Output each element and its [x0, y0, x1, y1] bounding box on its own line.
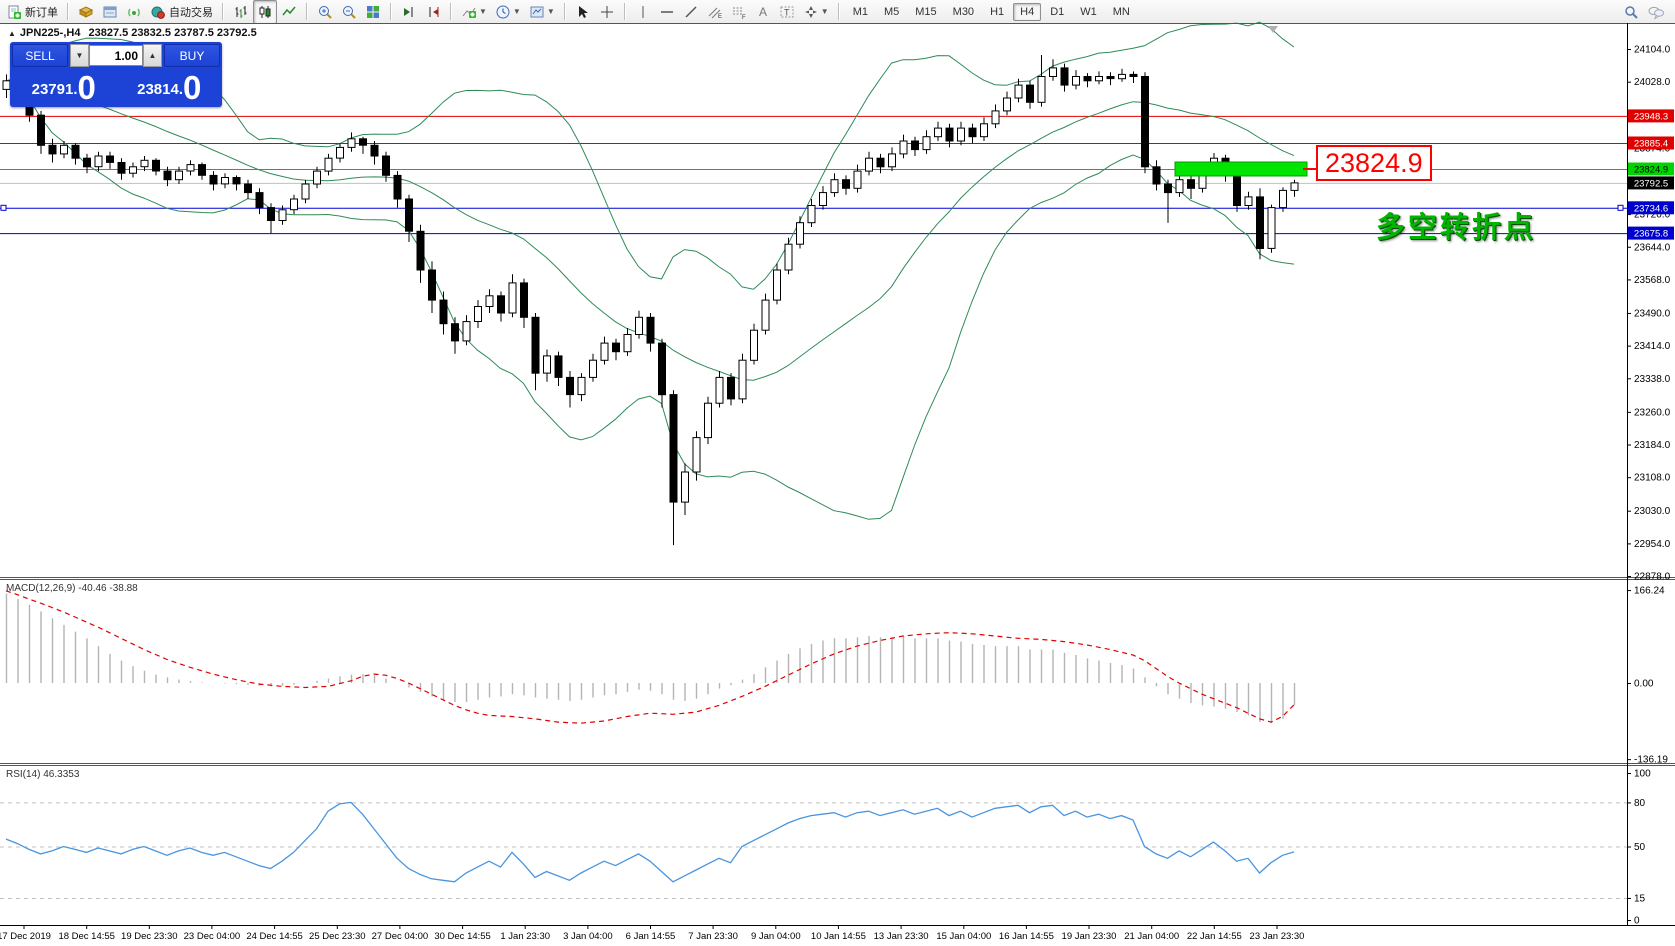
- svg-text:23675.8: 23675.8: [1634, 229, 1668, 240]
- macd-histogram: [7, 594, 1295, 724]
- svg-text:23885.4: 23885.4: [1634, 139, 1668, 150]
- svg-text:15 Jan 04:00: 15 Jan 04:00: [936, 931, 991, 942]
- svg-text:23568.0: 23568.0: [1634, 275, 1671, 286]
- price-axis-ticks: 24104.024028.023874.023720.023644.023568…: [1627, 45, 1671, 583]
- svg-text:80: 80: [1634, 798, 1646, 809]
- svg-text:23490.0: 23490.0: [1634, 309, 1671, 320]
- svg-text:50: 50: [1634, 842, 1646, 853]
- svg-text:9 Jan 04:00: 9 Jan 04:00: [751, 931, 801, 942]
- buy-button[interactable]: BUY: [164, 44, 220, 67]
- svg-text:25 Dec 23:30: 25 Dec 23:30: [309, 931, 366, 942]
- svg-text:100: 100: [1634, 769, 1651, 780]
- chart-symbol-line: ▲ JPN225-,H4 23827.5 23832.5 23787.5 23792…: [8, 27, 257, 39]
- sell-price-small: 23791.: [32, 77, 78, 103]
- svg-text:23108.0: 23108.0: [1634, 473, 1671, 484]
- symbol-name: JPN225-,H4: [20, 27, 81, 39]
- one-click-trading-panel: SELL ▼ 1.00 ▲ BUY 23791.0 23814.0: [10, 42, 222, 107]
- rsi-indicator-label: RSI(14) 46.3353: [6, 769, 79, 780]
- volume-input[interactable]: 1.00: [89, 45, 143, 66]
- svg-text:23030.0: 23030.0: [1634, 506, 1671, 517]
- svg-text:23338.0: 23338.0: [1634, 374, 1671, 385]
- svg-text:22954.0: 22954.0: [1634, 539, 1671, 550]
- sell-price[interactable]: 23791.0: [12, 69, 115, 105]
- svg-text:19 Dec 23:30: 19 Dec 23:30: [121, 931, 178, 942]
- rsi-level-lines: [0, 803, 1627, 899]
- svg-text:13 Jan 23:30: 13 Jan 23:30: [874, 931, 929, 942]
- ohlc-values: 23827.5 23832.5 23787.5 23792.5: [88, 27, 256, 39]
- svg-text:23824.9: 23824.9: [1634, 165, 1668, 176]
- svg-text:24 Dec 14:55: 24 Dec 14:55: [246, 931, 303, 942]
- svg-text:23644.0: 23644.0: [1634, 242, 1671, 253]
- svg-text:23184.0: 23184.0: [1634, 440, 1671, 451]
- mt-terminal-window: 新订单 自动交易: [0, 0, 1675, 946]
- svg-text:23260.0: 23260.0: [1634, 407, 1671, 418]
- chart-shift-marker: [1268, 26, 1278, 33]
- svg-text:24028.0: 24028.0: [1634, 77, 1671, 88]
- svg-text:17 Dec 2019: 17 Dec 2019: [0, 931, 51, 942]
- chart-canvas[interactable]: 24104.024028.023874.023720.023644.023568…: [0, 0, 1675, 946]
- svg-text:24104.0: 24104.0: [1634, 45, 1671, 56]
- highlight-zone: [1175, 162, 1318, 176]
- svg-text:1 Jan 23:30: 1 Jan 23:30: [500, 931, 550, 942]
- buy-price[interactable]: 23814.0: [118, 69, 221, 105]
- svg-text:0.00: 0.00: [1634, 679, 1654, 690]
- rsi-line: [6, 802, 1294, 881]
- macd-axis-ticks: 166.24 0.00 -136.19: [1627, 586, 1668, 766]
- buy-price-small: 23814.: [137, 77, 183, 103]
- svg-text:15: 15: [1634, 894, 1646, 905]
- buy-price-big: 0: [183, 73, 200, 103]
- svg-text:19 Jan 23:30: 19 Jan 23:30: [1062, 931, 1117, 942]
- svg-text:23 Dec 04:00: 23 Dec 04:00: [184, 931, 241, 942]
- svg-text:23734.6: 23734.6: [1634, 203, 1668, 214]
- svg-text:30 Dec 14:55: 30 Dec 14:55: [434, 931, 491, 942]
- svg-text:27 Dec 04:00: 27 Dec 04:00: [372, 931, 429, 942]
- svg-text:7 Jan 23:30: 7 Jan 23:30: [688, 931, 738, 942]
- svg-text:18 Dec 14:55: 18 Dec 14:55: [58, 931, 115, 942]
- collapse-ohlc-icon[interactable]: ▲: [8, 29, 16, 38]
- volume-decrease-button[interactable]: ▼: [70, 44, 89, 67]
- svg-text:23792.5: 23792.5: [1634, 178, 1668, 189]
- svg-text:6 Jan 14:55: 6 Jan 14:55: [626, 931, 676, 942]
- svg-text:22 Jan 14:55: 22 Jan 14:55: [1187, 931, 1242, 942]
- candles: [3, 55, 1298, 545]
- svg-text:0: 0: [1634, 916, 1640, 927]
- macd-indicator-label: MACD(12,26,9) -40.46 -38.88: [6, 583, 138, 594]
- svg-text:10 Jan 14:55: 10 Jan 14:55: [811, 931, 866, 942]
- svg-text:23414.0: 23414.0: [1634, 341, 1671, 352]
- svg-text:-136.19: -136.19: [1634, 755, 1668, 766]
- svg-text:21 Jan 04:00: 21 Jan 04:00: [1124, 931, 1179, 942]
- annotation-note-text[interactable]: 多空转折点: [1376, 204, 1536, 246]
- svg-text:23948.3: 23948.3: [1634, 111, 1668, 122]
- svg-text:166.24: 166.24: [1634, 586, 1665, 597]
- sell-price-big: 0: [78, 73, 95, 103]
- date-axis: 17 Dec 2019 18 Dec 14:55 19 Dec 23:30 23 De…: [0, 925, 1304, 942]
- svg-text:16 Jan 14:55: 16 Jan 14:55: [999, 931, 1054, 942]
- volume-increase-button[interactable]: ▲: [143, 44, 162, 67]
- svg-text:23 Jan 23:30: 23 Jan 23:30: [1250, 931, 1305, 942]
- svg-text:22878.0: 22878.0: [1634, 572, 1671, 583]
- macd-signal-line: [6, 591, 1294, 723]
- sell-button[interactable]: SELL: [12, 44, 68, 67]
- annotation-price-label[interactable]: 23824.9: [1316, 145, 1432, 181]
- rsi-axis-ticks: 100 80 50 15 0: [1627, 769, 1651, 927]
- svg-text:3 Jan 04:00: 3 Jan 04:00: [563, 931, 613, 942]
